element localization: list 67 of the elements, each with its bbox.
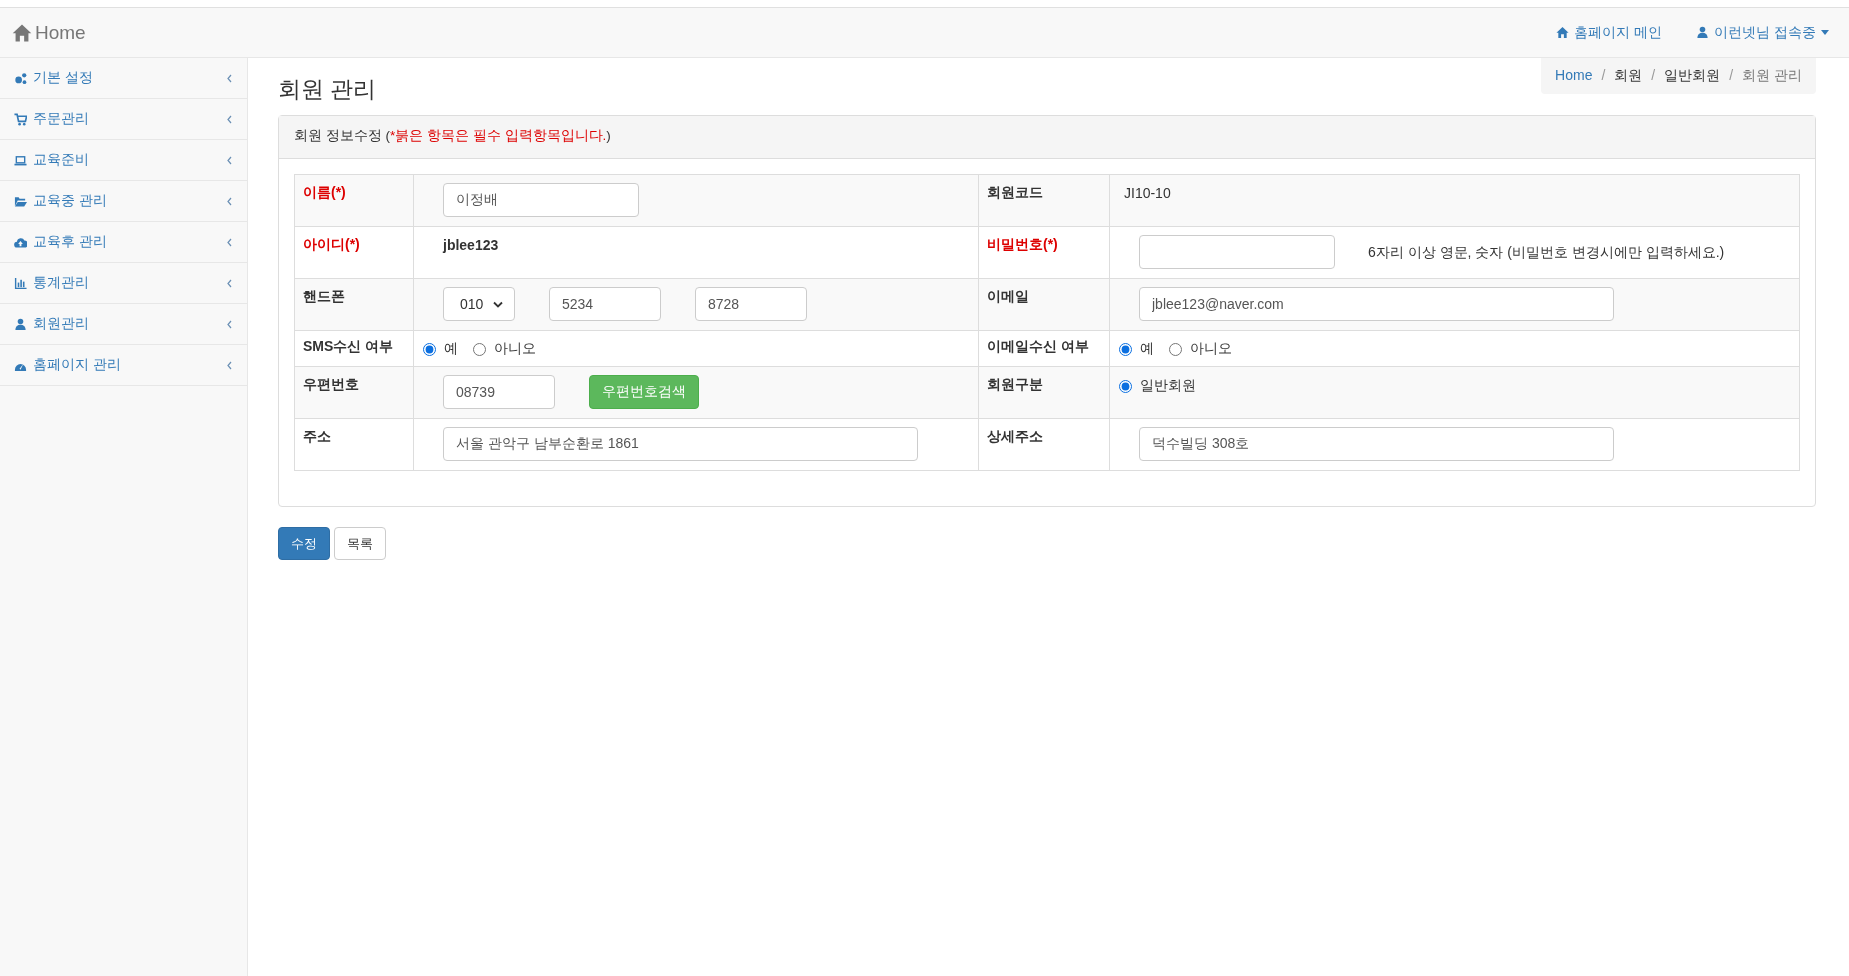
radio-button[interactable]: [1119, 342, 1132, 356]
home-link[interactable]: Home: [12, 21, 86, 44]
breadcrumb-link[interactable]: Home: [1555, 67, 1593, 83]
cart-icon: [14, 112, 27, 126]
field-label: 회원구분: [987, 376, 1043, 394]
home-icon: [12, 22, 32, 43]
breadcrumb-separator: /: [1728, 67, 1735, 85]
radio-label[interactable]: 아니오: [494, 340, 536, 358]
field-label: 주소: [303, 428, 331, 446]
field-label: 핸드폰: [303, 288, 345, 306]
field-label: 이름(*): [303, 184, 346, 202]
folder-icon: [14, 194, 27, 208]
radio-button[interactable]: [423, 342, 436, 356]
field-label: 이메일수신 여부: [987, 338, 1089, 356]
user-menu-toggle[interactable]: 이런넷님 접속중: [1696, 23, 1829, 42]
breadcrumb-separator: /: [1600, 67, 1607, 85]
cloud-upload-icon: [14, 235, 27, 249]
radio-label[interactable]: 아니오: [1190, 340, 1232, 358]
chevron-down-icon: [493, 300, 504, 308]
field-label: 우편번호: [303, 376, 359, 394]
field-label: 이메일: [987, 288, 1029, 306]
radio-button[interactable]: [1119, 379, 1132, 393]
breadcrumb-current: 회원 관리: [1742, 67, 1802, 83]
panel-heading: 회원 정보수정 (*붉은 항목은 필수 입력항목입니다.): [294, 128, 611, 143]
radio-label[interactable]: 일반회원: [1140, 377, 1196, 395]
text-input[interactable]: 덕수빌딩 308호: [1139, 427, 1614, 461]
phone-input[interactable]: 8728: [695, 287, 807, 321]
sidebar-item[interactable]: 교육후 관리: [0, 222, 247, 263]
field-label: 상세주소: [987, 428, 1043, 446]
radio-button[interactable]: [473, 342, 486, 356]
sidebar-item[interactable]: 기본 설정: [0, 58, 247, 99]
save-button[interactable]: 수정: [278, 527, 330, 560]
sidebar-item[interactable]: 주문관리: [0, 99, 247, 140]
list-button[interactable]: 목록: [334, 527, 386, 560]
breadcrumb-item: 일반회원: [1664, 67, 1721, 83]
field-value: JI10-10: [1124, 184, 1171, 201]
home-icon: [1556, 26, 1570, 39]
sidebar-item[interactable]: 홈페이지 관리: [0, 345, 247, 386]
sidebar-item[interactable]: 통계관리: [0, 263, 247, 304]
phone-input[interactable]: 5234: [549, 287, 661, 321]
breadcrumb-separator: /: [1650, 67, 1657, 85]
laptop-icon: [14, 153, 27, 167]
password-input[interactable]: [1139, 235, 1335, 269]
text-input[interactable]: jblee123@naver.com: [1139, 287, 1614, 321]
bar-chart-icon: [14, 276, 27, 290]
name-input[interactable]: 이정배: [443, 183, 639, 217]
text-input[interactable]: 서울 관악구 남부순환로 1861: [443, 427, 918, 461]
field-label: 회원코드: [987, 184, 1043, 202]
field-label: 아이디(*): [303, 236, 360, 254]
help-text: 6자리 이상 영문, 숫자 (비밀번호 변경시에만 입력하세요.): [1368, 244, 1725, 261]
sidebar-item[interactable]: 교육준비: [0, 140, 247, 181]
settings-icon: [14, 71, 27, 85]
zip-input[interactable]: 08739: [443, 375, 555, 409]
breadcrumb-item: 회원: [1614, 67, 1643, 83]
sidebar-item[interactable]: 회원관리: [0, 304, 247, 345]
nav-link[interactable]: 홈페이지 메인: [1556, 23, 1663, 42]
field-value: jblee123: [443, 236, 499, 253]
radio-button[interactable]: [1169, 342, 1182, 356]
sidebar-item[interactable]: 교육중 관리: [0, 181, 247, 222]
field-label: 비밀번호(*): [987, 236, 1058, 254]
field-label: SMS수신 여부: [303, 338, 394, 356]
radio-label[interactable]: 예: [444, 340, 458, 358]
page-title: 회원 관리: [278, 75, 378, 104]
phone-prefix-select[interactable]: 010: [443, 287, 515, 321]
user-icon: [1696, 26, 1710, 39]
radio-label[interactable]: 예: [1140, 340, 1154, 358]
user-icon: [14, 317, 27, 331]
